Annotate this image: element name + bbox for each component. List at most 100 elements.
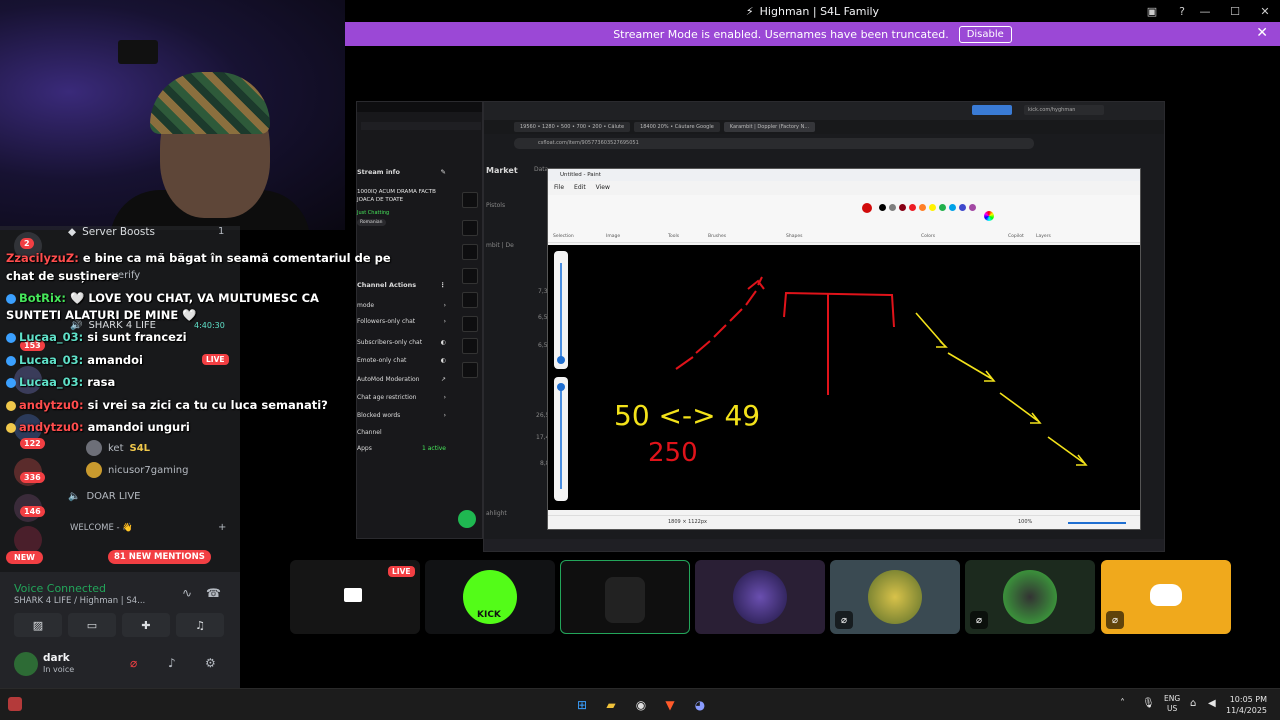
color-swatch[interactable] [939,204,946,211]
poll-icon[interactable] [462,338,478,354]
menu-file[interactable]: File [554,184,564,191]
tab[interactable]: 18400 20% • Căutare Google [634,122,720,132]
headphones-icon[interactable]: ♪ [168,656,176,670]
toggle-icon[interactable]: ◐ [441,357,446,364]
pistols-label[interactable]: Pistols [486,202,505,209]
file-explorer-icon[interactable]: ▰ [601,695,621,715]
panel-row-blocked-words[interactable]: Blocked words › [357,412,452,419]
voice-status[interactable]: Voice Connected [14,582,106,595]
clip-icon[interactable] [462,268,478,284]
toggle-icon[interactable]: ◐ [441,339,446,346]
disconnect-icon[interactable]: ☎ [206,586,221,600]
panel-row-subscribers-only[interactable]: Subscribers-only chat ◐ [357,339,452,346]
chat-icon[interactable] [462,292,478,308]
color-swatch[interactable] [899,204,906,211]
pencil-icon[interactable] [462,192,478,208]
tab[interactable]: 19560 • 1280 • 500 • 700 • 200 • Cälute [514,122,631,132]
help-icon[interactable]: ? [1174,3,1190,19]
chat-fab-icon[interactable] [458,510,476,528]
opacity-slider[interactable] [554,377,568,501]
panel-row-emote-only[interactable]: Emote-only chat ◐ [357,357,452,364]
lightning-icon[interactable] [462,244,478,260]
user-name: dark [43,652,70,664]
camera-off-button[interactable]: ▨ [14,613,62,637]
clock[interactable]: 10:05 PM 11/4/2025 [1226,694,1267,716]
panel-row-channel[interactable]: Channel [357,429,452,436]
menu-edit[interactable]: Edit [574,184,586,191]
noise-suppression-icon[interactable]: ∿ [182,586,192,600]
kick-extension[interactable] [972,105,1012,115]
slider-thumb[interactable] [557,383,565,391]
chevron-right-icon: › [443,302,446,309]
panel-row-apps[interactable]: Apps 1 active [357,445,452,452]
zoom-slider[interactable] [1068,522,1126,524]
panel-row-chat-age[interactable]: Chat age restriction › [357,394,452,401]
paint-canvas[interactable]: 50 <-> 49 250 [548,245,1140,510]
zoom-level[interactable]: 100% [1018,519,1032,525]
share-screen-button[interactable]: ▭ [68,613,116,637]
panel-row-automod[interactable]: AutoMod Moderation ↗ [357,376,452,383]
weather-widget-icon[interactable] [8,697,22,711]
color-swatch[interactable] [889,204,896,211]
color-swatch[interactable] [879,204,886,211]
soundboard-button[interactable]: ♫ [176,613,224,637]
more-icon[interactable]: ⋮ [440,281,447,289]
panel-toolbar [361,122,481,130]
brush-size-slider[interactable] [554,251,568,369]
close-icon[interactable]: ✕ [1256,25,1268,41]
maximize-button[interactable]: ☐ [1220,0,1250,22]
group-image: Image [606,234,621,239]
brave-icon[interactable]: ▼ [660,695,680,715]
color-swatch[interactable] [919,204,926,211]
avatar[interactable] [14,652,38,676]
category-label[interactable]: Just Chatting [357,210,389,216]
color-swatch[interactable] [969,204,976,211]
color-swatch[interactable] [929,204,936,211]
yellow-arrow-1 [915,312,948,348]
mic-muted-icon[interactable]: ⌀ [130,656,137,670]
raid-icon[interactable] [462,316,478,332]
market-label[interactable]: Market [486,166,518,175]
tile-avatar-green[interactable]: ⌀ [965,560,1095,634]
screen-icon: ▭ [86,618,98,632]
wrench-icon[interactable] [462,362,478,378]
microphone-icon[interactable]: 🎙 [1142,698,1155,709]
voice-channel[interactable]: SHARK 4 LIFE / Highman | S4... [14,596,145,606]
color-swatch[interactable] [909,204,916,211]
minimize-button[interactable]: — [1190,0,1220,22]
tile-kick[interactable]: KICK [425,560,555,634]
edit-icon[interactable]: ✎ [441,168,446,176]
chat-text: si vrei sa zici ca tu cu luca semanati? [87,398,328,412]
settings-gear-icon[interactable]: ⚙ [205,656,216,670]
panel-row-mode[interactable]: mode › [357,302,452,309]
network-icon[interactable]: ⌂ [1190,698,1196,709]
tile-discord[interactable]: ⌀ [1101,560,1231,634]
language-indicator[interactable]: ENG US [1164,694,1180,714]
kick-url[interactable]: kick.com/hyghman [1024,105,1104,115]
tile-avatar-knight[interactable] [695,560,825,634]
group-tools: Tools [668,234,680,239]
tile-avatar-duck[interactable]: ⌀ [830,560,960,634]
menu-view[interactable]: View [596,184,610,191]
discord-icon[interactable]: ◕ [690,695,710,715]
color-picker-icon[interactable] [984,211,994,221]
color-swatch[interactable] [949,204,956,211]
volume-icon[interactable]: ◀ [1208,698,1216,709]
address-bar[interactable]: csfloat.com/item/905773603527695051 [514,138,1034,149]
start-windows-icon[interactable]: ⊞ [572,695,592,715]
webcam-overlay [0,0,345,230]
panel-row-followers-only[interactable]: Followers-only chat › [357,318,452,325]
disable-streamer-mode-button[interactable]: Disable [958,25,1012,43]
shield-icon[interactable] [462,220,478,236]
activities-button[interactable]: ✚ [122,613,170,637]
chrome-icon[interactable]: ◉ [631,695,651,715]
active-color-swatch[interactable] [862,203,872,213]
slider-thumb[interactable] [557,356,565,364]
tab-active[interactable]: Karambit | Doppler (Factory N... [723,122,816,132]
inbox-icon[interactable]: ▣ [1144,3,1160,19]
chevron-up-icon[interactable]: ˄ [1120,698,1125,709]
color-swatch[interactable] [959,204,966,211]
close-button[interactable]: ✕ [1250,0,1280,22]
language-tag[interactable]: Romanian [357,219,386,226]
tile-user-camera[interactable] [560,560,690,634]
